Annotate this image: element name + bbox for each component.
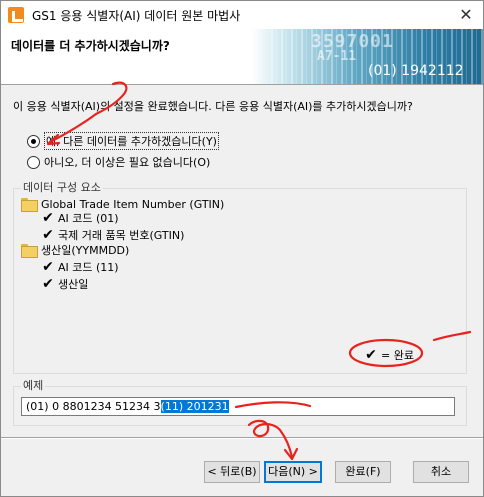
radio-no-button[interactable]: [27, 155, 40, 169]
back-button[interactable]: < 뒤로(B): [204, 461, 260, 483]
banner-gtin-text: (01) 1942112: [368, 63, 464, 79]
folder-icon: [21, 244, 38, 258]
tree-item-production-date[interactable]: ✔ 생산일: [41, 276, 88, 292]
example-field[interactable]: (01) 0 8801234 51234 3(11) 201231: [21, 397, 455, 416]
radio-yes-label[interactable]: 예, 다른 데이터를 추가하겠습니다(Y): [44, 132, 219, 150]
next-button[interactable]: 다음(N) >: [264, 461, 322, 483]
example-value-selected: (11) 201231: [160, 400, 229, 413]
finish-button[interactable]: 완료(F): [335, 461, 391, 483]
tree-folder-production-date[interactable]: 생산일(YYMMDD): [21, 242, 129, 258]
radio-no[interactable]: 아니오, 더 이상은 필요 없습니다(O): [27, 154, 210, 170]
header-banner: 데이터를 더 추가하시겠습니까? 3597001 A7-11 (01) 1942…: [1, 29, 483, 85]
wizard-window: GS1 응용 식별자(AI) 데이터 원본 마법사 ✕ 데이터를 더 추가하시겠…: [0, 0, 484, 497]
check-icon: ✔: [42, 259, 54, 275]
components-group-title: 데이터 구성 요소: [21, 179, 103, 195]
radio-yes[interactable]: 예, 다른 데이터를 추가하겠습니다(Y): [27, 132, 219, 150]
page-heading: 데이터를 더 추가하시겠습니까?: [11, 39, 170, 53]
check-icon: ✔: [42, 276, 54, 292]
app-icon: [8, 7, 24, 23]
example-value: (01) 0 8801234 51234 3: [26, 400, 161, 413]
radio-no-label[interactable]: 아니오, 더 이상은 필요 없습니다(O): [44, 154, 210, 170]
tree-item-ai-01[interactable]: ✔ AI 코드 (01): [41, 210, 119, 226]
tree-label: AI 코드 (01): [58, 212, 119, 225]
tree-label: 생산일(YYMMDD): [41, 244, 130, 257]
example-group-title: 예제: [21, 377, 46, 393]
banner-barcode-sub: A7-11: [317, 49, 357, 64]
tree-item-gtin[interactable]: ✔ 국제 거래 품목 번호(GTIN): [41, 227, 184, 243]
radio-yes-button[interactable]: [27, 134, 40, 148]
question-text: 이 응용 식별자(AI)의 설정을 완료했습니다. 다른 응용 식별자(AI)를…: [13, 100, 413, 113]
tree-label: 국제 거래 품목 번호(GTIN): [58, 229, 185, 242]
completed-legend-label: = 완료: [381, 349, 414, 362]
title-bar: GS1 응용 식별자(AI) 데이터 원본 마법사 ✕: [1, 1, 483, 29]
completed-legend: ✔ = 완료: [364, 347, 414, 363]
tree-label: AI 코드 (11): [58, 261, 119, 274]
window-title: GS1 응용 식별자(AI) 데이터 원본 마법사: [32, 9, 241, 23]
barcode-banner-image: 3597001 A7-11 (01) 1942112: [251, 29, 483, 84]
check-icon: ✔: [42, 210, 54, 226]
close-icon[interactable]: ✕: [453, 3, 479, 27]
tree-label: Global Trade Item Number (GTIN): [41, 197, 225, 211]
folder-icon: [21, 198, 38, 212]
tree-label: 생산일: [58, 278, 89, 291]
separator-highlight: [1, 438, 483, 439]
check-icon: ✔: [42, 227, 54, 243]
tree-item-ai-11[interactable]: ✔ AI 코드 (11): [41, 259, 119, 275]
cancel-button[interactable]: 취소: [413, 461, 469, 483]
check-icon: ✔: [365, 347, 377, 363]
